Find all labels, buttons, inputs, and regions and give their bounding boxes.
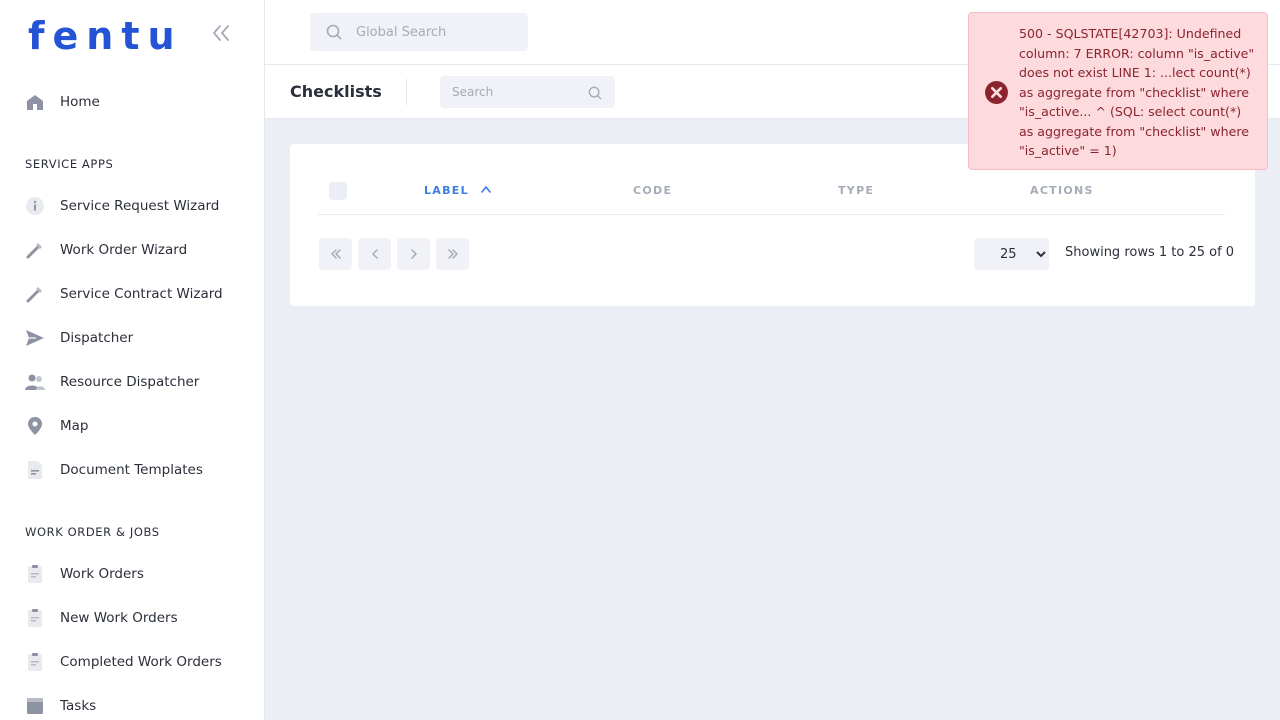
column-header-code[interactable]: CODE xyxy=(633,184,672,197)
sidebar-item-tasks[interactable]: Tasks xyxy=(0,686,265,720)
sidebar-item-document-templates[interactable]: Document Templates xyxy=(0,450,265,490)
sidebar-item-work-order-wizard[interactable]: Work Order Wizard xyxy=(0,230,265,270)
wrench-icon xyxy=(24,239,46,261)
select-all-checkbox[interactable] xyxy=(329,182,347,200)
double-chevron-left-icon xyxy=(330,249,341,259)
people-icon xyxy=(24,371,46,393)
page-search[interactable] xyxy=(440,76,615,108)
sidebar-item-resource-dispatcher[interactable]: Resource Dispatcher xyxy=(0,362,265,402)
sidebar-item-service-contract-wizard[interactable]: Service Contract Wizard xyxy=(0,274,265,314)
previous-page-button[interactable] xyxy=(358,238,391,270)
map-pin-icon xyxy=(24,415,46,437)
rows-info: Showing rows 1 to 25 of 0 xyxy=(1065,245,1235,260)
sidebar: fentu Home SERVICE APPS Service Request … xyxy=(0,0,265,720)
global-search[interactable] xyxy=(310,13,528,51)
sidebar-item-label: Tasks xyxy=(60,698,97,714)
clipboard-icon xyxy=(24,607,46,629)
sidebar-item-label: Service Request Wizard xyxy=(60,198,220,214)
sidebar-item-new-work-orders[interactable]: New Work Orders xyxy=(0,598,265,638)
sidebar-item-label: Work Order Wizard xyxy=(60,242,188,258)
error-toast[interactable]: 500 - SQLSTATE[42703]: Undefined column:… xyxy=(968,12,1268,170)
sidebar-item-label: Resource Dispatcher xyxy=(60,374,200,390)
column-header-actions: ACTIONS xyxy=(1030,184,1094,197)
sidebar-item-home[interactable]: Home xyxy=(0,82,265,122)
search-icon[interactable] xyxy=(588,85,602,104)
app-logo[interactable]: fentu xyxy=(28,14,183,58)
column-header-type[interactable]: TYPE xyxy=(838,184,874,197)
tasks-icon xyxy=(24,695,46,717)
sidebar-item-map[interactable]: Map xyxy=(0,406,265,446)
search-icon xyxy=(326,24,342,44)
sidebar-item-label: Home xyxy=(60,94,100,110)
chevron-right-icon xyxy=(410,249,417,259)
double-chevron-right-icon xyxy=(447,249,458,259)
wrench-icon xyxy=(24,283,46,305)
sidebar-item-dispatcher[interactable]: Dispatcher xyxy=(0,318,265,358)
double-chevron-left-icon xyxy=(213,25,229,41)
column-header-text: LABEL xyxy=(424,184,469,197)
sort-ascending-icon xyxy=(481,186,491,193)
home-icon xyxy=(24,91,46,113)
section-title-work-order-jobs: WORK ORDER & JOBS xyxy=(25,525,160,539)
document-icon xyxy=(24,459,46,481)
sidebar-item-work-orders[interactable]: Work Orders xyxy=(0,554,265,594)
sidebar-item-completed-work-orders[interactable]: Completed Work Orders xyxy=(0,642,265,682)
global-search-input[interactable] xyxy=(356,13,521,51)
chevron-left-icon xyxy=(371,249,378,259)
last-page-button[interactable] xyxy=(436,238,469,270)
sidebar-item-label: Dispatcher xyxy=(60,330,134,346)
divider xyxy=(406,79,407,105)
sidebar-item-label: New Work Orders xyxy=(60,610,178,626)
page-search-input[interactable] xyxy=(452,76,582,108)
sidebar-item-service-request-wizard[interactable]: Service Request Wizard xyxy=(0,186,265,226)
info-icon xyxy=(24,195,46,217)
sidebar-item-label: Completed Work Orders xyxy=(60,654,222,670)
column-header-label[interactable]: LABEL xyxy=(424,184,492,197)
collapse-sidebar-button[interactable] xyxy=(210,22,232,44)
clipboard-icon xyxy=(24,651,46,673)
error-message: 500 - SQLSTATE[42703]: Undefined column:… xyxy=(1019,26,1255,158)
next-page-button[interactable] xyxy=(397,238,430,270)
sidebar-item-label: Document Templates xyxy=(60,462,203,478)
table-divider xyxy=(318,214,1225,215)
send-icon xyxy=(24,327,46,349)
section-title-service-apps: SERVICE APPS xyxy=(25,157,114,171)
page-title: Checklists xyxy=(290,82,382,101)
sidebar-item-label: Map xyxy=(60,418,89,434)
error-circle-icon xyxy=(984,80,1009,109)
rows-per-page-select[interactable]: 25 xyxy=(974,238,1049,270)
sidebar-item-label: Work Orders xyxy=(60,566,144,582)
sidebar-item-label: Service Contract Wizard xyxy=(60,286,223,302)
clipboard-icon xyxy=(24,563,46,585)
first-page-button[interactable] xyxy=(319,238,352,270)
